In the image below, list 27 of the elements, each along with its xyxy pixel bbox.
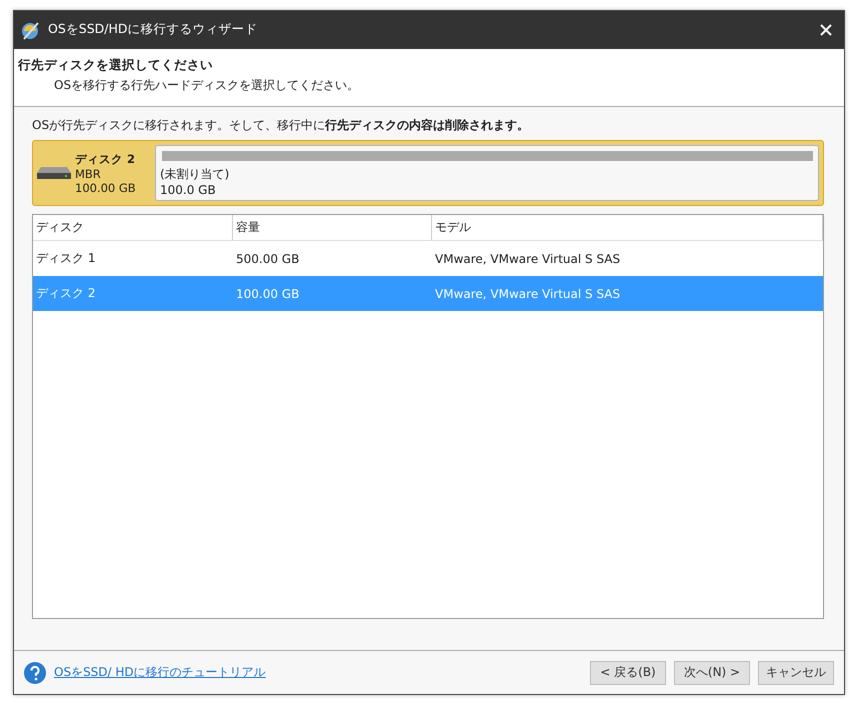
help-icon[interactable]: [24, 662, 46, 684]
table-cell-text: 100.00 GB: [235, 286, 300, 301]
disk-name: ディスク 2: [75, 152, 136, 167]
partition-label: (未割り当て): [160, 166, 230, 184]
step-description: OSを移行する行先ハードディスクを選択してください。: [53, 76, 360, 94]
table-cell-text: 500.00 GB: [235, 252, 300, 266]
wizard-button[interactable]: < 戻る(B): [590, 660, 666, 685]
column-header[interactable]: 容量: [233, 215, 432, 240]
wizard-button[interactable]: キャンセル: [758, 660, 834, 685]
wizard-button[interactable]: 次へ(N) >: [674, 660, 750, 685]
tutorial-link[interactable]: OSをSSD/ HDに移行のチュートリアル: [54, 664, 582, 682]
hard-drive-icon: [37, 167, 71, 180]
table-cell-text: VMware, VMware Virtual S SAS: [434, 252, 622, 266]
disk-type: MBR: [75, 166, 102, 181]
step-title: 行先ディスクを選択してください: [18, 56, 214, 74]
table-cell-text: VMware, VMware Virtual S SAS: [434, 286, 622, 301]
warning-text: OSが行先ディスクに移行されます。そして、移行中に行先ディスクの内容は削除されます。: [32, 117, 530, 134]
table-cell-text: ディスク 2: [35, 285, 96, 302]
window-title: OSをSSD/HDに移行するウィザード: [48, 21, 259, 38]
table-cell-text: ディスク 1: [35, 250, 96, 268]
column-header[interactable]: モデル: [432, 215, 823, 240]
disk-card[interactable]: ディスク 2 MBR 100.00 GB (未割り当て) 100.0 GB: [32, 140, 824, 206]
close-icon[interactable]: [820, 24, 832, 36]
column-header[interactable]: ディスク: [33, 215, 233, 240]
partition-block[interactable]: (未割り当て) 100.0 GB: [155, 145, 819, 202]
partition-size: 100.0 GB: [160, 183, 217, 198]
disk-size: 100.00 GB: [75, 180, 136, 195]
